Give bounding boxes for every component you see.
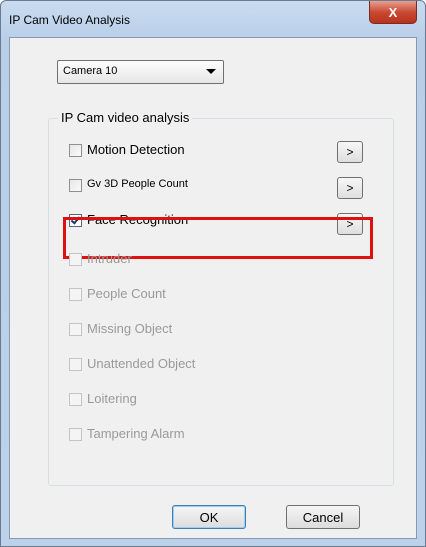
motion-detection-settings-button[interactable]: > [337,141,363,163]
checkbox [69,288,82,301]
close-button[interactable]: X [369,1,417,24]
cancel-button[interactable]: Cancel [286,505,360,529]
camera-select[interactable]: Camera 10 [57,60,224,84]
option-label: Tampering Alarm [87,426,185,441]
title-bar[interactable]: IP Cam Video Analysis X [1,1,425,37]
window-title: IP Cam Video Analysis [9,13,130,27]
camera-select-value: Camera 10 [63,65,118,77]
checkbox [69,358,82,371]
chevron-down-icon [206,69,216,74]
checkbox[interactable] [69,144,82,157]
option-label: Intruder [87,251,132,266]
checkbox [69,428,82,441]
checkbox [69,393,82,406]
gv-3d-people-count-settings-button[interactable]: > [337,177,363,199]
checkbox [69,253,82,266]
option-label: Gv 3D People Count [87,178,188,190]
ok-button[interactable]: OK [172,505,246,529]
option-label: Loitering [87,391,137,406]
close-icon: X [388,4,398,20]
group-title: IP Cam video analysis [58,110,193,125]
video-analysis-group: IP Cam video analysis Motion Detection >… [48,110,394,486]
option-label: Motion Detection [87,142,185,157]
option-label: Missing Object [87,321,173,336]
dialog-window: IP Cam Video Analysis X Camera 10 IP Cam… [0,0,426,547]
option-label: People Count [87,286,166,301]
checkbox[interactable] [69,179,82,192]
dialog-body: Camera 10 IP Cam video analysis Motion D… [9,37,417,539]
option-label: Unattended Object [87,356,196,371]
checkbox [69,323,82,336]
